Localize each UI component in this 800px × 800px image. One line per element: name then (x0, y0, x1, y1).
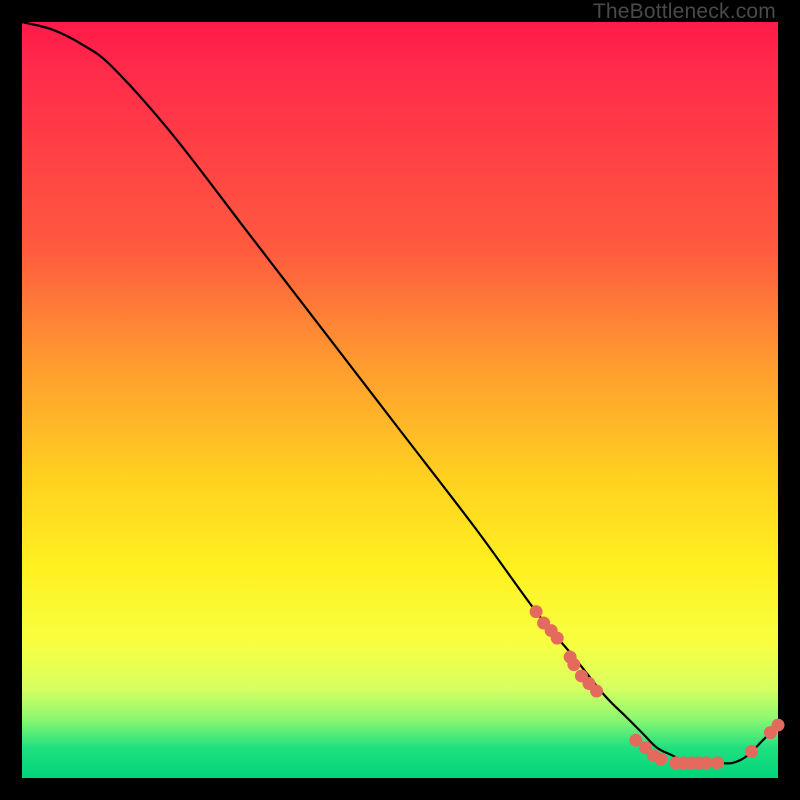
scatter-marker (551, 632, 564, 645)
scatter-markers (530, 605, 785, 769)
watermark-text: TheBottleneck.com (593, 0, 776, 24)
scatter-marker (711, 756, 724, 769)
bottleneck-curve-line (22, 22, 778, 763)
scatter-marker (567, 658, 580, 671)
scatter-marker (772, 719, 785, 732)
chart-frame (22, 22, 778, 778)
scatter-marker (654, 753, 667, 766)
scatter-marker (530, 605, 543, 618)
scatter-marker (700, 756, 713, 769)
scatter-marker (745, 745, 758, 758)
scatter-marker (590, 685, 603, 698)
chart-svg (22, 22, 778, 778)
